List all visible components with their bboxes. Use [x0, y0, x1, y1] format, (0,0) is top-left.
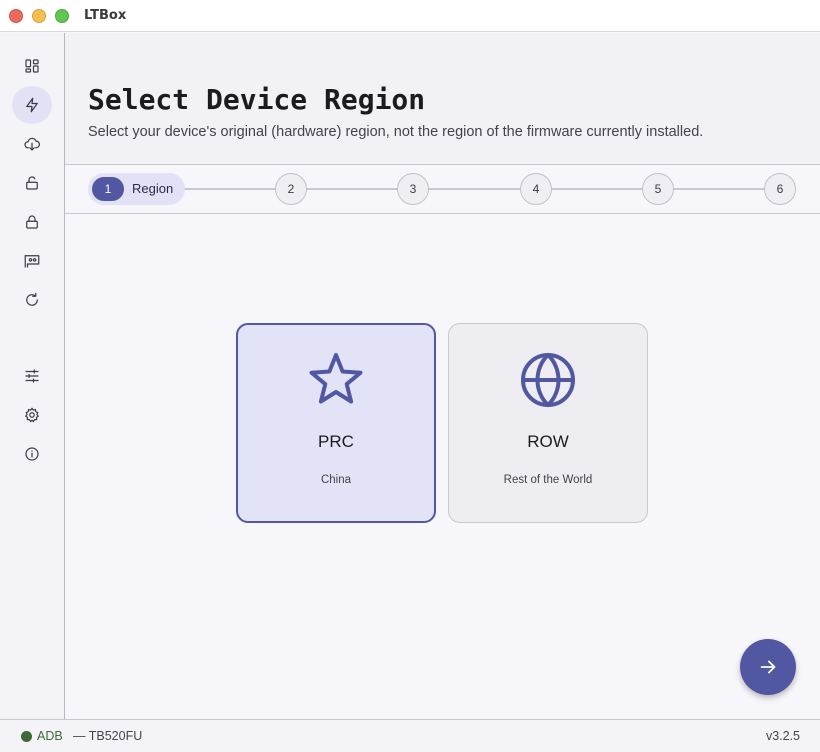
step-5[interactable]: 5	[642, 173, 674, 205]
wizard-stepper: 1 Region 2 3 4 5 6	[65, 165, 820, 214]
step-connector	[550, 188, 644, 190]
next-button[interactable]	[740, 639, 796, 695]
sidebar-item-flash[interactable]	[12, 86, 52, 124]
star-icon	[306, 350, 366, 410]
dashboard-icon	[25, 59, 39, 73]
step-connector	[427, 188, 522, 190]
arrow-right-icon	[760, 660, 776, 674]
page-header: Select Device Region Select your device'…	[65, 33, 820, 165]
sidebar-item-settings[interactable]	[12, 396, 52, 434]
step-connector	[305, 188, 399, 190]
sidebar-item-tune[interactable]	[12, 357, 52, 395]
step-2[interactable]: 2	[275, 173, 307, 205]
status-bar: ADB — TB520FU v3.2.5	[0, 719, 820, 752]
page-title: Select Device Region	[88, 83, 426, 116]
unlock-icon	[26, 176, 38, 190]
lightning-icon	[26, 97, 38, 113]
region-card-prc[interactable]: PRC China	[236, 323, 436, 523]
step-4[interactable]: 4	[520, 173, 552, 205]
region-card-row[interactable]: ROW Rest of the World	[448, 323, 648, 523]
device-model: — TB520FU	[73, 729, 143, 743]
step-label: Region	[132, 181, 174, 196]
sliders-icon	[25, 369, 39, 383]
step-connector	[183, 188, 277, 190]
sidebar-item-info[interactable]	[12, 435, 52, 473]
sidebar-item-lock[interactable]	[12, 203, 52, 241]
refresh-icon	[26, 292, 38, 306]
sidebar-item-dashboard[interactable]	[12, 47, 52, 85]
sidebar-item-device[interactable]	[12, 242, 52, 280]
app-title: LTBox	[84, 8, 127, 23]
step-6[interactable]: 6	[764, 173, 796, 205]
sidebar-item-unlock[interactable]	[12, 164, 52, 202]
step-connector	[672, 188, 766, 190]
gear-icon	[25, 407, 39, 423]
step-1-region[interactable]: 1 Region	[88, 173, 185, 205]
connection-status-dot	[21, 731, 32, 742]
page-subtitle: Select your device's original (hardware)…	[88, 124, 704, 140]
step-number: 1	[92, 177, 124, 201]
sidebar-item-download[interactable]	[12, 125, 52, 163]
region-description: Rest of the World	[503, 474, 593, 486]
cloud-download-icon	[24, 137, 40, 151]
lock-icon	[26, 215, 38, 229]
info-icon	[25, 447, 39, 461]
title-bar: LTBox	[0, 0, 820, 32]
globe-icon	[518, 350, 578, 410]
app-version: v3.2.5	[765, 729, 800, 743]
close-window-button[interactable]	[9, 9, 23, 23]
sidebar-item-refresh[interactable]	[12, 281, 52, 319]
region-description: China	[320, 474, 352, 486]
sidebar	[0, 33, 65, 719]
device-card-icon	[24, 255, 40, 268]
region-code: PRC	[318, 432, 354, 451]
minimize-window-button[interactable]	[32, 9, 46, 23]
maximize-window-button[interactable]	[55, 9, 69, 23]
region-code: ROW	[527, 432, 569, 451]
connection-mode: ADB	[37, 729, 63, 743]
step-3[interactable]: 3	[397, 173, 429, 205]
